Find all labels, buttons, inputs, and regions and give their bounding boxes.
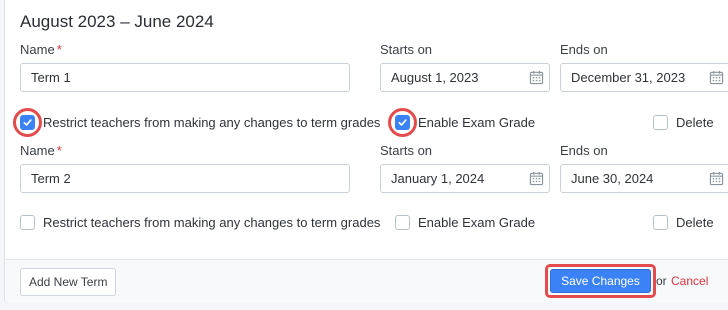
term1-exam-grade-option[interactable]: Enable Exam Grade xyxy=(388,108,536,137)
term2-ends-on-label: Ends on xyxy=(560,143,608,158)
term1-delete-checkbox[interactable] xyxy=(653,115,668,130)
term2-delete-checkbox[interactable] xyxy=(653,215,668,230)
term2-starts-on-label: Starts on xyxy=(380,143,433,158)
highlight-ring xyxy=(13,108,42,137)
term2-start-date-value: January 1, 2024 xyxy=(391,171,485,186)
term1-delete-option[interactable]: Delete xyxy=(653,115,714,130)
term2-end-date-value: June 30, 2024 xyxy=(571,171,654,186)
calendar-icon[interactable] xyxy=(709,171,724,186)
highlight-ring: Save Changes xyxy=(545,264,656,298)
term2-delete-label: Delete xyxy=(676,215,714,230)
term1-restrict-option[interactable]: Restrict teachers from making any change… xyxy=(13,108,381,137)
term1-starts-on-label: Starts on xyxy=(380,42,433,57)
term2-exam-grade-option[interactable]: Enable Exam Grade xyxy=(395,215,535,230)
term2-name-input[interactable]: Term 2 xyxy=(20,164,350,193)
term2-exam-grade-label: Enable Exam Grade xyxy=(418,215,536,230)
term2-exam-grade-checkbox[interactable] xyxy=(395,215,410,230)
calendar-icon[interactable] xyxy=(529,70,544,85)
term1-start-date-input[interactable]: August 1, 2023 xyxy=(380,63,550,92)
term2-delete-option[interactable]: Delete xyxy=(653,215,714,230)
or-separator: or xyxy=(656,274,667,288)
term2-restrict-option[interactable]: Restrict teachers from making any change… xyxy=(20,215,380,230)
term2-restrict-label: Restrict teachers from making any change… xyxy=(43,215,381,230)
card-footer: Add New Term Save Changes or Cancel xyxy=(5,259,728,303)
calendar-icon[interactable] xyxy=(709,70,724,85)
cancel-link[interactable]: Cancel xyxy=(671,274,708,288)
save-changes-button[interactable]: Save Changes xyxy=(550,269,651,293)
required-mark: * xyxy=(56,42,62,57)
term1-exam-grade-label: Enable Exam Grade xyxy=(418,115,536,130)
term2-start-date-input[interactable]: January 1, 2024 xyxy=(380,164,550,193)
term1-delete-label: Delete xyxy=(676,115,714,130)
highlight-ring xyxy=(388,108,417,137)
calendar-icon[interactable] xyxy=(529,171,544,186)
page-title: August 2023 – June 2024 xyxy=(20,12,214,31)
grading-period-card: August 2023 – June 2024 Name * Starts on … xyxy=(4,0,728,303)
term2-end-date-input[interactable]: June 30, 2024 xyxy=(560,164,728,193)
term1-name-label: Name * xyxy=(20,42,62,57)
add-new-term-button[interactable]: Add New Term xyxy=(20,268,117,296)
term1-end-date-input[interactable]: December 31, 2023 xyxy=(560,63,728,92)
term1-name-input[interactable]: Term 1 xyxy=(20,63,350,92)
term2-name-label: Name * xyxy=(20,143,62,158)
term1-restrict-label: Restrict teachers from making any change… xyxy=(43,115,381,130)
term1-start-date-value: August 1, 2023 xyxy=(391,70,479,85)
required-mark: * xyxy=(56,143,62,158)
term1-end-date-value: December 31, 2023 xyxy=(571,70,686,85)
term2-restrict-checkbox[interactable] xyxy=(20,215,35,230)
term1-ends-on-label: Ends on xyxy=(560,42,608,57)
